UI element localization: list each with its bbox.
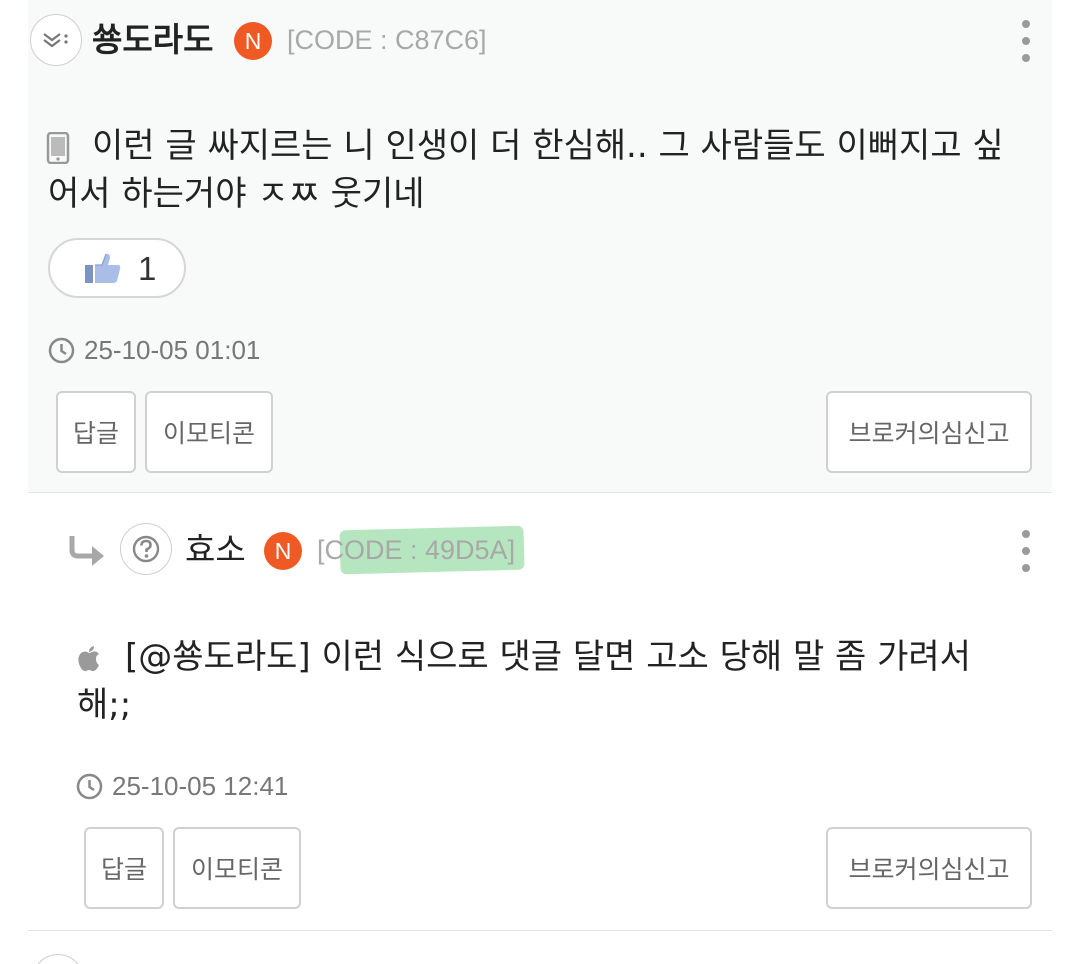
report-broker-button[interactable]: 브로커의심신고 [826,827,1032,909]
emoticon-button[interactable]: 이모티콘 [145,391,273,473]
reply-arrow-icon [69,536,104,566]
user-code: [CODE : 49D5A] [317,535,516,565]
avatar[interactable] [120,523,172,575]
avatar[interactable] [30,14,82,66]
reply-timestamp: 25-10-05 12:41 [112,771,289,801]
divider [28,930,1052,931]
reply-username[interactable]: 효소 [185,530,246,570]
more-options-icon[interactable] [1016,530,1036,574]
new-badge: N [234,22,272,60]
avatar[interactable] [32,954,84,964]
clock-icon [76,773,103,800]
comment-thread: 쑝도라도 N [CODE : C87C6] 이런 글 싸지르는 니 인생이 더 … [0,0,1080,964]
new-badge: N [264,532,302,570]
reply-button[interactable]: 답글 [84,827,164,909]
clock-icon [48,337,75,364]
question-level-icon [132,535,160,563]
thumbs-up-icon [85,253,121,283]
emoticon-button[interactable]: 이모티콘 [173,827,301,909]
comment-body: 이런 글 싸지르는 니 인생이 더 한심해.. 그 사람들도 이뻐지고 싶어서 … [48,126,1004,214]
reply-body: [@쑝도라도] 이런 식으로 댓글 달면 고소 당해 말 좀 가려서 해;; [77,637,971,725]
more-options-icon[interactable] [1016,20,1036,64]
like-button[interactable]: 1 [48,238,186,298]
comment-timestamp: 25-10-05 01:01 [84,335,261,365]
report-broker-button[interactable]: 브로커의심신고 [826,391,1032,473]
comment-username[interactable]: 쑝도라도 [92,20,213,60]
like-count: 1 [138,250,157,287]
rank-chevron-icon [43,33,68,48]
reply-button[interactable]: 답글 [56,391,136,473]
user-code: [CODE : C87C6] [287,25,487,55]
